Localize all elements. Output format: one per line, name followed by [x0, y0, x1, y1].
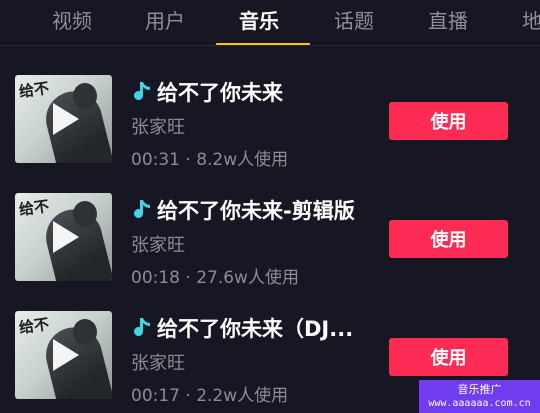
song-title-row: 给不了你未来（DJ...	[131, 315, 353, 341]
song-meta: 00:17 · 2.2w人使用	[131, 386, 289, 406]
song-row[interactable]: 给不 给不了你未来 张家旺 00:31 · 8.2w人使用 使用	[0, 75, 540, 170]
watermark-badge: 音乐推广 www.aaaaaa.com.cn	[419, 380, 540, 413]
play-icon[interactable]	[53, 103, 79, 135]
use-button[interactable]: 使用	[389, 220, 508, 258]
song-title[interactable]: 给不了你未来	[157, 77, 283, 107]
song-meta: 00:31 · 8.2w人使用	[131, 150, 289, 170]
watermark-title: 音乐推广	[457, 383, 502, 396]
tab-active-indicator	[216, 43, 310, 45]
use-button[interactable]: 使用	[389, 338, 508, 376]
music-note-icon	[134, 318, 150, 337]
music-note-icon	[134, 82, 150, 101]
song-cover[interactable]: 给不	[15, 75, 112, 163]
song-cover[interactable]: 给不	[15, 311, 112, 399]
tab-location[interactable]: 地	[522, 6, 540, 36]
tab-bar: · 视频 用户 音乐 话题 直播 地	[0, 0, 540, 46]
tab-live[interactable]: 直播	[428, 6, 468, 36]
tab-users[interactable]: 用户	[145, 6, 185, 36]
cover-title-text: 给不	[17, 196, 51, 219]
song-row[interactable]: 给不 给不了你未来-剪辑版 张家旺 00:18 · 27.6w人使用 使用	[0, 193, 540, 288]
song-title-row: 给不了你未来	[131, 79, 283, 105]
song-title[interactable]: 给不了你未来（DJ...	[157, 313, 353, 343]
play-icon[interactable]	[53, 221, 79, 253]
tab-topics[interactable]: 话题	[334, 6, 374, 36]
watermark-url: www.aaaaaa.com.cn	[428, 398, 531, 409]
tab-video[interactable]: 视频	[52, 6, 92, 36]
song-title[interactable]: 给不了你未来-剪辑版	[157, 195, 355, 225]
use-button[interactable]: 使用	[389, 102, 508, 140]
song-artist: 张家旺	[131, 117, 185, 138]
song-meta: 00:18 · 27.6w人使用	[131, 268, 299, 288]
tab-music[interactable]: 音乐	[239, 6, 279, 36]
song-cover[interactable]: 给不	[15, 193, 112, 281]
music-note-icon	[134, 200, 150, 219]
cover-title-text: 给不	[17, 314, 51, 337]
song-artist: 张家旺	[131, 353, 185, 374]
song-artist: 张家旺	[131, 235, 185, 256]
cover-title-text: 给不	[17, 78, 51, 101]
play-icon[interactable]	[53, 339, 79, 371]
song-title-row: 给不了你未来-剪辑版	[131, 197, 355, 223]
